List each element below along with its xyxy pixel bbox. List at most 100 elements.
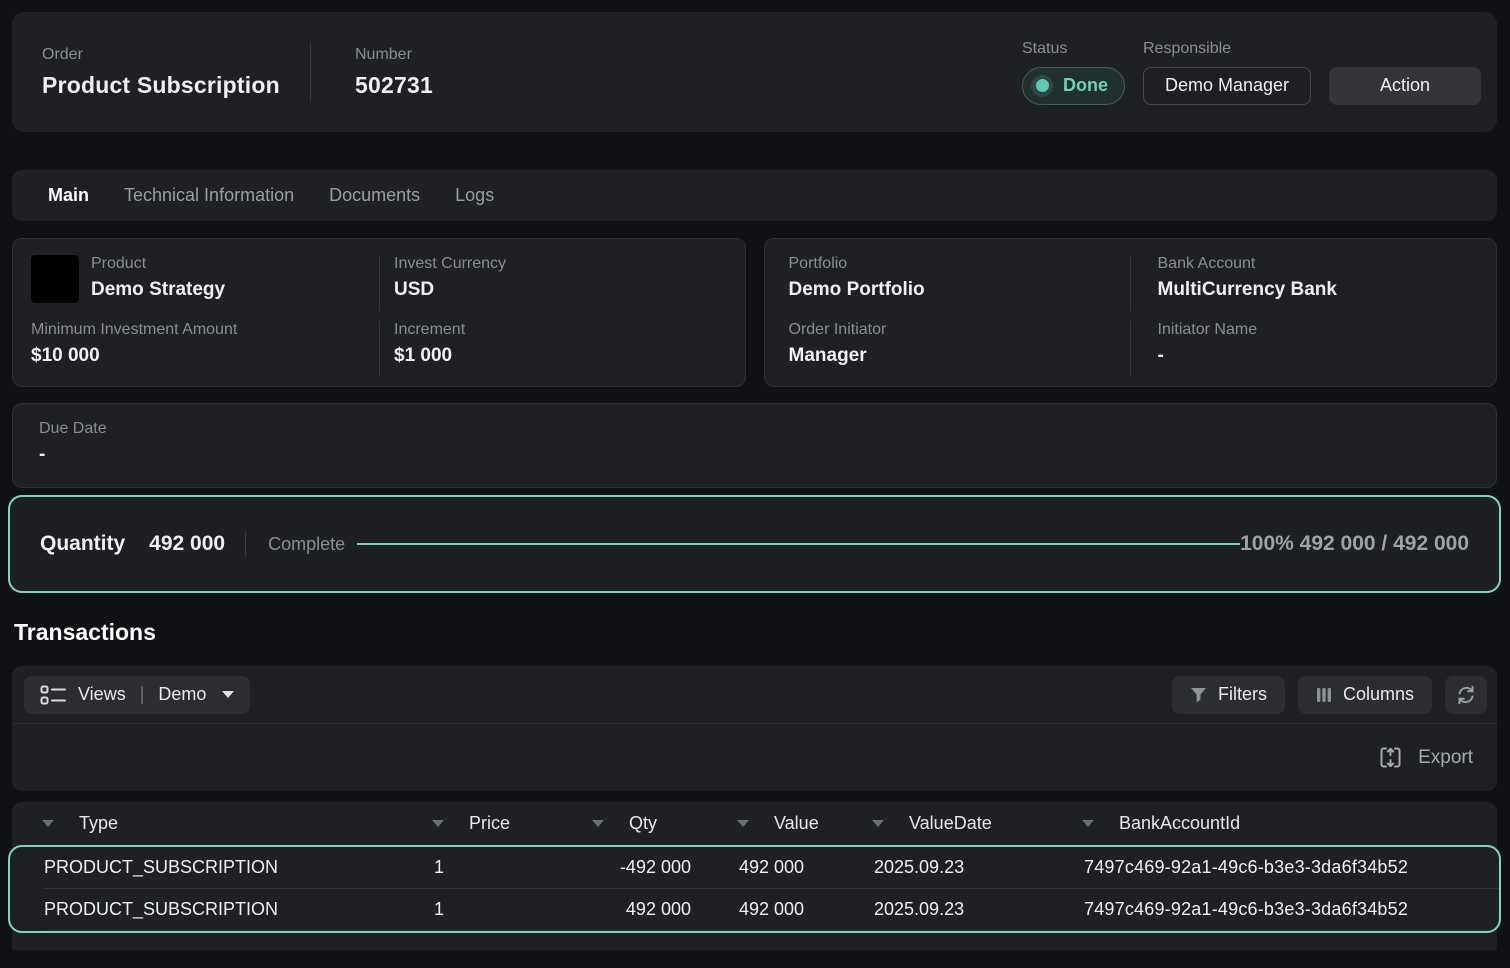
- due-date-value: -: [39, 444, 1496, 466]
- highlighted-rows-group: PRODUCT_SUBSCRIPTION 1 -492 000 492 000 …: [8, 845, 1501, 933]
- quantity-divider: [245, 531, 246, 557]
- progress-line: [357, 543, 1240, 545]
- quantity-status: Complete: [268, 534, 345, 555]
- transactions-heading: Transactions: [14, 619, 1510, 646]
- column-menu-icon[interactable]: [1082, 820, 1094, 827]
- column-header-value: Value: [737, 813, 872, 834]
- toolbar-right-group: Filters Columns: [1172, 676, 1487, 714]
- cell-bankaccountid: 7497c469-92a1-49c6-b3e3-3da6f34b52: [1084, 899, 1499, 920]
- product-field: Product Demo Strategy: [13, 255, 379, 311]
- export-button[interactable]: Export: [1418, 747, 1473, 769]
- row-divider: [44, 930, 1499, 931]
- column-label: Price: [469, 813, 510, 834]
- product-value: Demo Strategy: [91, 279, 225, 301]
- order-header-card: Order Product Subscription Number 502731…: [12, 12, 1497, 132]
- due-date-card: Due Date -: [12, 403, 1497, 488]
- progress-text: 100% 492 000 / 492 000: [1240, 532, 1469, 556]
- bank-account-value: MultiCurrency Bank: [1158, 279, 1337, 301]
- action-button[interactable]: Action: [1329, 67, 1481, 105]
- portfolio-field: Portfolio Demo Portfolio: [765, 255, 1130, 311]
- invest-currency-value: USD: [394, 279, 506, 301]
- number-value: 502731: [355, 72, 433, 99]
- cell-bankaccountid: 7497c469-92a1-49c6-b3e3-3da6f34b52: [1084, 857, 1499, 878]
- responsible-group: Responsible Demo Manager: [1143, 40, 1311, 105]
- columns-button-label: Columns: [1343, 684, 1414, 705]
- number-label: Number: [355, 46, 433, 64]
- column-header-bankaccountid: BankAccountId: [1082, 813, 1497, 834]
- column-menu-icon[interactable]: [872, 820, 884, 827]
- column-menu-icon[interactable]: [42, 820, 54, 827]
- responsible-button[interactable]: Demo Manager: [1143, 67, 1311, 105]
- initiator-name-value: -: [1158, 345, 1258, 367]
- export-row: Export: [12, 724, 1497, 791]
- order-initiator-label: Order Initiator: [789, 321, 887, 339]
- status-dot-icon: [1031, 75, 1053, 97]
- portfolio-card: Portfolio Demo Portfolio Bank Account Mu…: [764, 238, 1498, 387]
- cell-qty: 492 000: [594, 899, 739, 920]
- table-header-row: Type Price Qty Value ValueDate BankAccou…: [12, 802, 1497, 845]
- filter-funnel-icon: [1190, 687, 1207, 703]
- columns-icon: [1316, 687, 1332, 703]
- table-row[interactable]: PRODUCT_SUBSCRIPTION 1 -492 000 492 000 …: [10, 847, 1499, 888]
- filters-button-label: Filters: [1218, 684, 1267, 705]
- increment-value: $1 000: [394, 345, 465, 367]
- column-header-type: Type: [42, 813, 432, 834]
- transactions-toolbar: Views | Demo Filters: [12, 666, 1497, 723]
- transactions-toolbar-card: Views | Demo Filters: [12, 666, 1497, 791]
- responsible-label: Responsible: [1143, 40, 1311, 58]
- order-initiator-value: Manager: [789, 345, 887, 367]
- current-view-name: Demo: [158, 684, 206, 705]
- portfolio-label: Portfolio: [789, 255, 925, 273]
- tab-documents[interactable]: Documents: [329, 185, 420, 206]
- cell-value: 492 000: [739, 899, 874, 920]
- column-label: Type: [79, 813, 118, 834]
- status-label: Status: [1022, 40, 1125, 58]
- bank-account-label: Bank Account: [1158, 255, 1337, 273]
- column-header-qty: Qty: [592, 813, 737, 834]
- invest-currency-label: Invest Currency: [394, 255, 506, 273]
- views-button[interactable]: Views | Demo: [24, 676, 250, 714]
- views-button-label: Views: [78, 684, 126, 705]
- tab-main[interactable]: Main: [48, 185, 89, 206]
- column-label: Value: [774, 813, 819, 834]
- invest-currency-field: Invest Currency USD: [379, 255, 745, 311]
- views-list-icon: [40, 685, 66, 705]
- header-divider: [310, 43, 311, 101]
- refresh-icon: [1455, 684, 1477, 706]
- min-investment-value: $10 000: [31, 345, 237, 367]
- tab-bar: Main Technical Information Documents Log…: [12, 170, 1497, 221]
- columns-button[interactable]: Columns: [1298, 676, 1432, 714]
- product-label: Product: [91, 255, 225, 273]
- cell-price: 1: [434, 857, 594, 878]
- due-date-label: Due Date: [39, 420, 1496, 438]
- cell-type: PRODUCT_SUBSCRIPTION: [44, 899, 434, 920]
- column-header-price: Price: [432, 813, 592, 834]
- column-label: BankAccountId: [1119, 813, 1240, 834]
- chevron-down-icon: [222, 691, 234, 698]
- status-badge[interactable]: Done: [1022, 67, 1125, 105]
- table-row[interactable]: PRODUCT_SUBSCRIPTION 1 492 000 492 000 2…: [10, 889, 1499, 930]
- tab-technical-information[interactable]: Technical Information: [124, 185, 294, 206]
- filters-button[interactable]: Filters: [1172, 676, 1285, 714]
- column-menu-icon[interactable]: [737, 820, 749, 827]
- export-icon[interactable]: [1377, 744, 1404, 771]
- header-actions: Status Done Responsible Demo Manager Act…: [1022, 40, 1481, 105]
- detail-cards: Product Demo Strategy Invest Currency US…: [12, 238, 1497, 387]
- cell-valuedate: 2025.09.23: [874, 857, 1084, 878]
- column-menu-icon[interactable]: [592, 820, 604, 827]
- min-investment-field: Minimum Investment Amount $10 000: [13, 321, 379, 377]
- refresh-button[interactable]: [1445, 676, 1487, 714]
- initiator-name-field: Initiator Name -: [1130, 321, 1497, 377]
- bank-account-field: Bank Account MultiCurrency Bank: [1130, 255, 1497, 311]
- quantity-value: 492 000: [149, 532, 225, 556]
- increment-field: Increment $1 000: [379, 321, 745, 377]
- product-thumbnail: [31, 255, 79, 303]
- order-value: Product Subscription: [42, 72, 310, 99]
- portfolio-value: Demo Portfolio: [789, 279, 925, 301]
- column-header-valuedate: ValueDate: [872, 813, 1082, 834]
- number-field: Number 502731: [355, 46, 433, 99]
- tab-logs[interactable]: Logs: [455, 185, 494, 206]
- cell-value: 492 000: [739, 857, 874, 878]
- column-label: Qty: [629, 813, 657, 834]
- column-menu-icon[interactable]: [432, 820, 444, 827]
